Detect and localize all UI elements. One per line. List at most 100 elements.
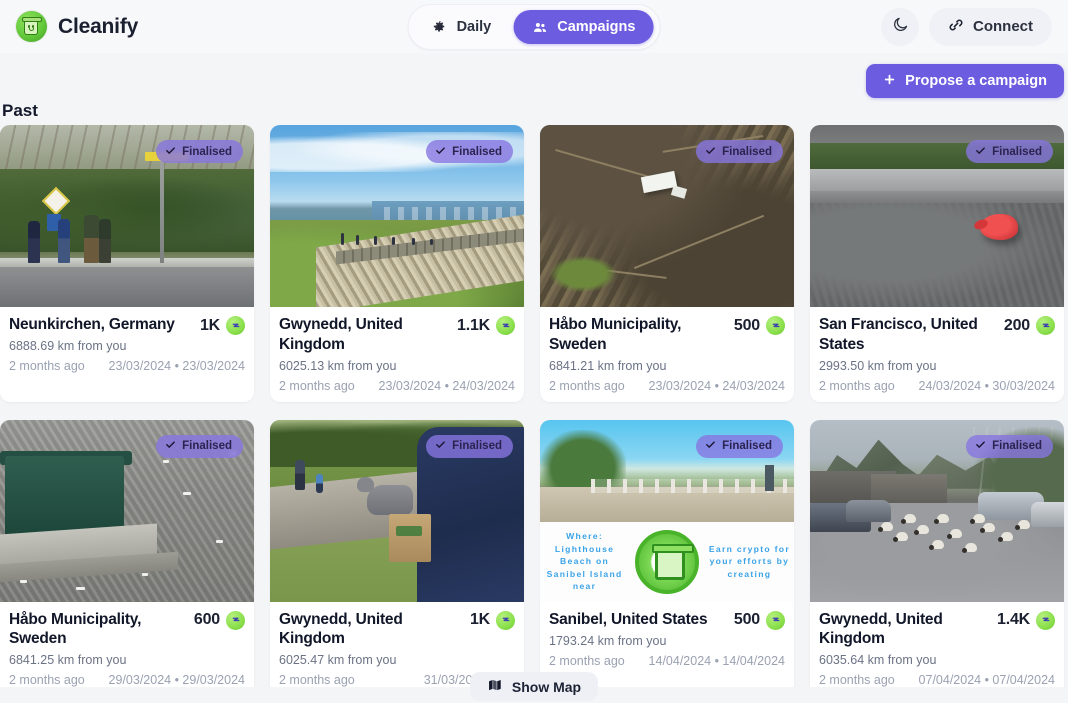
- main-tabs: Daily Campaigns: [407, 4, 661, 50]
- flyer-right-text: Earn crypto for your efforts by creating: [708, 543, 790, 579]
- grid-row-spacer: [0, 402, 1064, 420]
- propose-campaign-button[interactable]: Propose a campaign: [866, 64, 1064, 98]
- campaign-grid: Finalised Neunkirchen, Germany 1K 6888.6: [0, 125, 1068, 687]
- connect-button[interactable]: Connect: [929, 7, 1052, 46]
- campaign-card[interactable]: Finalised Gwynedd, United Kingdom 1.1K 6: [270, 125, 524, 402]
- flyer-logo-icon: [635, 529, 699, 594]
- reward-amount: 1.4K: [997, 611, 1030, 629]
- green-token-icon: [1036, 316, 1055, 335]
- check-icon: [705, 145, 716, 159]
- campaign-title: Neunkirchen, Germany: [9, 316, 175, 333]
- green-token-icon: [766, 316, 785, 335]
- campaign-details: Gwynedd, United Kingdom 1.4K 6035.64 km …: [810, 602, 1064, 687]
- status-badge: Finalised: [966, 140, 1053, 163]
- campaign-relative-time: 2 months ago: [549, 378, 625, 393]
- campaign-title: Sanibel, United States: [549, 610, 708, 628]
- reward: 1K: [200, 315, 245, 335]
- campaign-card[interactable]: Finalised Håbo Municipality, Sweden 500: [540, 125, 794, 402]
- people-icon: [531, 20, 548, 35]
- tab-campaigns[interactable]: Campaigns: [513, 10, 654, 44]
- propose-campaign-label: Propose a campaign: [905, 73, 1047, 89]
- status-badge-label: Finalised: [452, 145, 502, 158]
- brand[interactable]: Cleanify: [16, 11, 138, 42]
- status-badge: Finalised: [426, 434, 513, 458]
- reward: 1K: [470, 610, 515, 630]
- campaign-title: Gwynedd, United Kingdom: [819, 610, 943, 648]
- campaign-distance: 6841.21 km from you: [549, 358, 667, 373]
- reward-amount: 500: [733, 611, 760, 629]
- reward: 200: [1004, 315, 1055, 335]
- reward-amount: 500: [733, 316, 760, 334]
- campaign-grid-viewport: Finalised Neunkirchen, Germany 1K 6888.6: [0, 125, 1068, 687]
- status-badge: Finalised: [696, 434, 783, 458]
- moon-icon: [892, 16, 909, 38]
- campaign-dates: 07/04/2024 • 07/04/2024: [918, 673, 1055, 687]
- status-badge: Finalised: [156, 140, 243, 163]
- check-icon: [435, 439, 446, 453]
- campaign-dates: 23/03/2024 • 23/03/2024: [108, 359, 245, 373]
- reward-amount: 1.1K: [457, 316, 490, 334]
- campaign-card[interactable]: Finalised Neunkirchen, Germany 1K 6888.6: [0, 125, 254, 402]
- status-badge-label: Finalised: [992, 145, 1042, 158]
- status-badge-label: Finalised: [182, 145, 232, 158]
- campaign-image: Where: Lighthouse Beach on Sanibel Islan…: [540, 419, 794, 602]
- top-bar: Cleanify Daily Campaigns Connect: [0, 0, 1068, 53]
- status-badge: Finalised: [966, 434, 1053, 458]
- campaign-relative-time: 2 months ago: [819, 673, 895, 687]
- green-token-icon: [1036, 610, 1055, 630]
- campaign-card[interactable]: Finalised Gwynedd, United Kingdom 1K 602: [270, 419, 524, 687]
- status-badge: Finalised: [696, 140, 783, 163]
- green-token-icon: [496, 610, 515, 630]
- status-badge: Finalised: [156, 434, 243, 458]
- campaign-title: Håbo Municipality, Sweden: [549, 316, 682, 353]
- show-map-label: Show Map: [511, 678, 582, 695]
- campaign-card[interactable]: Finalised Håbo Municipality, Sweden 600: [0, 419, 254, 687]
- reward-amount: 1K: [199, 316, 220, 334]
- plus-icon: [883, 73, 896, 90]
- campaign-image: Finalised: [270, 419, 524, 602]
- tab-daily-label: Daily: [456, 19, 492, 35]
- campaign-relative-time: 2 months ago: [549, 653, 625, 668]
- campaign-image: Finalised: [810, 419, 1064, 602]
- campaign-dates: 24/03/2024 • 30/03/2024: [918, 378, 1055, 393]
- campaign-distance: 2993.50 km from you: [819, 358, 937, 373]
- section-header: Past Propose a campaign: [0, 53, 1068, 125]
- campaign-relative-time: 2 months ago: [9, 673, 85, 687]
- campaign-details: Håbo Municipality, Sweden 600 6841.25 km…: [0, 602, 254, 687]
- campaign-image: Finalised: [0, 125, 254, 307]
- connect-label: Connect: [973, 18, 1033, 35]
- show-map-button[interactable]: Show Map: [469, 672, 599, 701]
- campaign-relative-time: 2 months ago: [279, 378, 355, 393]
- campaign-title: San Francisco, United States: [819, 316, 978, 353]
- status-badge-label: Finalised: [722, 440, 772, 453]
- status-badge-label: Finalised: [452, 440, 502, 453]
- campaign-card[interactable]: Finalised San Francisco, United States 2…: [810, 125, 1064, 402]
- check-icon: [435, 145, 446, 159]
- campaign-card[interactable]: Where: Lighthouse Beach on Sanibel Islan…: [540, 419, 794, 687]
- check-icon: [975, 439, 986, 453]
- status-badge-label: Finalised: [182, 440, 232, 453]
- map-icon: [487, 678, 503, 695]
- top-bar-actions: Connect: [881, 7, 1052, 46]
- campaign-details: Sanibel, United States 500 1793.24 km fr…: [540, 602, 794, 677]
- check-icon: [165, 145, 176, 159]
- campaign-dates: 29/03/2024 • 29/03/2024: [108, 673, 245, 687]
- campaign-image: Finalised: [270, 125, 524, 307]
- reward: 1.1K: [457, 315, 515, 335]
- campaign-card[interactable]: Finalised Gwynedd, United Kingdom 1.4K 6: [810, 419, 1064, 687]
- check-icon: [705, 439, 716, 453]
- flyer-left-text: Where: Lighthouse Beach on Sanibel Islan…: [546, 531, 623, 592]
- campaign-details: Gwynedd, United Kingdom 1.1K 6025.13 km …: [270, 307, 524, 402]
- campaign-distance: 1793.24 km from you: [549, 633, 667, 648]
- campaign-distance: 6025.13 km from you: [279, 358, 397, 373]
- reward: 500: [734, 315, 785, 335]
- campaign-distance: 6841.25 km from you: [9, 653, 127, 668]
- campaign-relative-time: 2 months ago: [9, 359, 85, 373]
- reward: 600: [194, 610, 245, 630]
- dark-mode-toggle[interactable]: [881, 7, 919, 46]
- status-badge-label: Finalised: [992, 440, 1042, 453]
- app-root: Cleanify Daily Campaigns Connect Past Pr…: [0, 0, 1068, 703]
- campaign-details: Håbo Municipality, Sweden 500 6841.21 km…: [540, 307, 794, 402]
- green-token-icon: [496, 316, 515, 335]
- tab-daily[interactable]: Daily: [415, 10, 510, 44]
